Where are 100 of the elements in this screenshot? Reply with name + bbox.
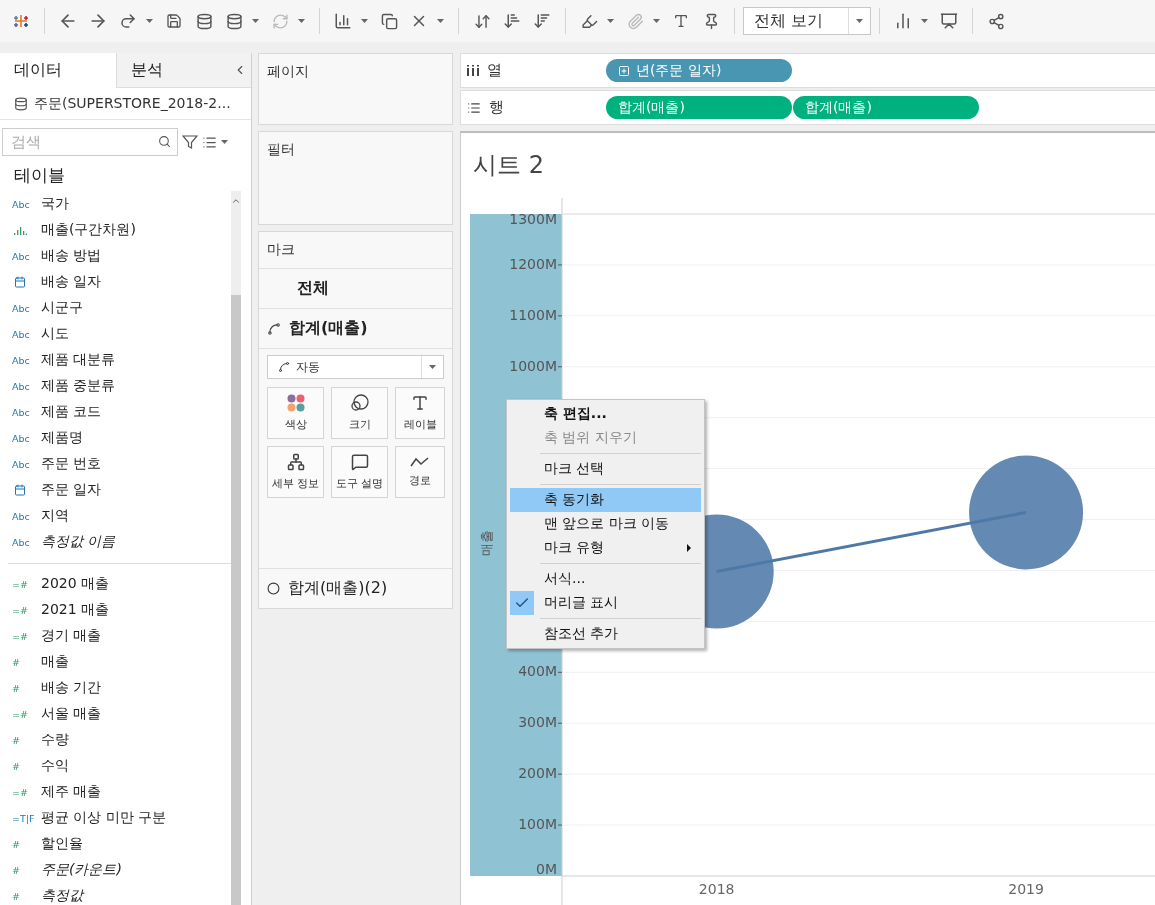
- menu-item[interactable]: 맨 앞으로 마크 이동: [510, 512, 701, 536]
- field-type-icon: =#: [0, 578, 41, 590]
- list-icon[interactable]: [202, 134, 217, 150]
- field-type-icon: Abc: [0, 432, 41, 444]
- database-icon: [14, 96, 28, 111]
- caret-icon: [429, 365, 436, 369]
- field-type-icon: Abc: [0, 406, 41, 418]
- field-name[interactable]: 주문 일자: [41, 481, 102, 499]
- field-name[interactable]: 제품명: [41, 429, 83, 447]
- view-select[interactable]: 전체 보기: [743, 7, 871, 35]
- marks-all-label[interactable]: 전체: [267, 278, 329, 299]
- menu-item[interactable]: 머리글 표시: [510, 591, 701, 615]
- field-name[interactable]: 배송 일자: [41, 273, 102, 291]
- scroll-up-icon[interactable]: [231, 196, 241, 206]
- field-name[interactable]: 매출(구간차원): [41, 221, 136, 239]
- field-type-icon: #: [0, 760, 41, 772]
- mark-property-button[interactable]: 색상: [267, 387, 324, 439]
- caret-icon: [360, 19, 368, 23]
- field-type-icon: =#: [0, 708, 41, 720]
- sort-ascending-icon: [503, 12, 521, 30]
- x-tick-label: 2019: [1008, 881, 1044, 897]
- field-name[interactable]: 시군구: [41, 299, 83, 317]
- data-source-name[interactable]: 주문(SUPERSTORE_2018-2...: [34, 94, 231, 113]
- card-title: 페이지: [266, 62, 310, 81]
- field-name[interactable]: 수량: [41, 731, 69, 749]
- field-name[interactable]: 제품 코드: [41, 403, 102, 421]
- field-type-icon: #: [0, 656, 41, 668]
- highlighter-icon: [580, 12, 598, 30]
- redo-icon: [119, 12, 137, 30]
- caret-icon: [145, 19, 153, 23]
- filter-icon[interactable]: [182, 134, 198, 150]
- paperclip-icon: [626, 12, 644, 30]
- field-type-icon: =#: [0, 630, 41, 642]
- shelf-label: 열: [487, 61, 502, 80]
- expand-icon[interactable]: [618, 64, 630, 77]
- field-type-icon: Abc: [0, 328, 41, 340]
- menu-item[interactable]: 축 편집...: [510, 402, 701, 426]
- field-name[interactable]: 배송 방법: [41, 247, 102, 265]
- swap-arrows-icon: [473, 12, 491, 30]
- scrollbar[interactable]: [231, 191, 241, 905]
- field-name[interactable]: 제품 중분류: [41, 377, 116, 395]
- mark-type-select[interactable]: 자동: [267, 355, 444, 379]
- field-type-icon: Abc: [0, 250, 41, 262]
- share-icon: [987, 12, 1005, 30]
- field-name[interactable]: 서울 매출: [41, 705, 102, 723]
- field-name[interactable]: 평균 이상 미만 구분: [41, 809, 167, 827]
- y-tick-label: 1200M: [509, 255, 557, 272]
- field-name[interactable]: 제주 매출: [41, 783, 102, 801]
- bar-chart-icon: [334, 12, 352, 30]
- field-name[interactable]: 할인율: [41, 835, 83, 853]
- text-icon: [411, 394, 429, 412]
- field-name[interactable]: 제품 대분류: [41, 351, 116, 369]
- field-name[interactable]: 수익: [41, 757, 69, 775]
- mark-property-button[interactable]: 세부 정보: [267, 446, 324, 498]
- field-name[interactable]: 측정값: [41, 887, 83, 905]
- field-name[interactable]: 국가: [41, 195, 69, 213]
- caret-icon: [920, 19, 928, 23]
- mark-property-button[interactable]: 레이블: [395, 387, 445, 439]
- line-icon: [267, 321, 281, 336]
- mark-property-button[interactable]: 도구 설명: [331, 446, 388, 498]
- field-name[interactable]: 배송 기간: [41, 679, 102, 697]
- field-name[interactable]: 지역: [41, 507, 69, 525]
- calendar-icon: [14, 484, 26, 496]
- menu-item[interactable]: 축 동기화: [510, 488, 701, 512]
- field-name[interactable]: 2021 매출: [41, 601, 110, 619]
- shelf-label: 행: [489, 98, 504, 117]
- field-name[interactable]: 시도: [41, 325, 69, 343]
- field-name[interactable]: 경기 매출: [41, 627, 102, 645]
- y-tick-label: 1100M: [509, 306, 557, 323]
- caret-icon: [606, 19, 614, 23]
- x-tick-label: 2018: [698, 881, 735, 897]
- section-title: 테이블: [13, 164, 66, 187]
- field-name[interactable]: 2020 매출: [41, 575, 110, 593]
- field-name[interactable]: 매출: [41, 653, 69, 671]
- marks-layer[interactable]: 합계(매출): [289, 318, 368, 339]
- field-name[interactable]: 주문(카운트): [41, 861, 122, 879]
- marks-layer[interactable]: 합계(매출)(2): [288, 578, 388, 599]
- hierarchy-icon: [286, 453, 305, 471]
- field-type-icon: Abc: [0, 354, 41, 366]
- menu-item[interactable]: 마크 선택: [510, 457, 701, 481]
- caret-icon: [297, 19, 305, 23]
- y-tick-label: 400M: [518, 663, 557, 680]
- y-tick-label: 0M: [536, 861, 557, 877]
- mark-property-button[interactable]: 크기: [331, 387, 388, 439]
- menu-item[interactable]: 참조선 추가: [510, 622, 701, 646]
- axis-title: 매출: [478, 530, 494, 556]
- field-type-icon: Abc: [0, 380, 41, 392]
- y-tick-label: 200M: [518, 765, 557, 782]
- pane-tab[interactable]: 분석: [116, 53, 233, 88]
- field-type-icon: #: [0, 734, 41, 746]
- menu-item[interactable]: 마크 유형: [510, 536, 701, 560]
- search-field[interactable]: 검색: [2, 128, 178, 156]
- mark-property-button[interactable]: 경로: [395, 446, 445, 498]
- field-type-icon: Abc: [0, 302, 41, 314]
- field-name[interactable]: 주문 번호: [41, 455, 102, 473]
- field-name[interactable]: 측정값 이름: [41, 533, 116, 551]
- logo-icon[interactable]: [12, 12, 30, 30]
- y-tick-label: 1300M: [509, 211, 557, 227]
- card-title: 필터: [266, 140, 296, 159]
- menu-item[interactable]: 서식...: [510, 567, 701, 591]
